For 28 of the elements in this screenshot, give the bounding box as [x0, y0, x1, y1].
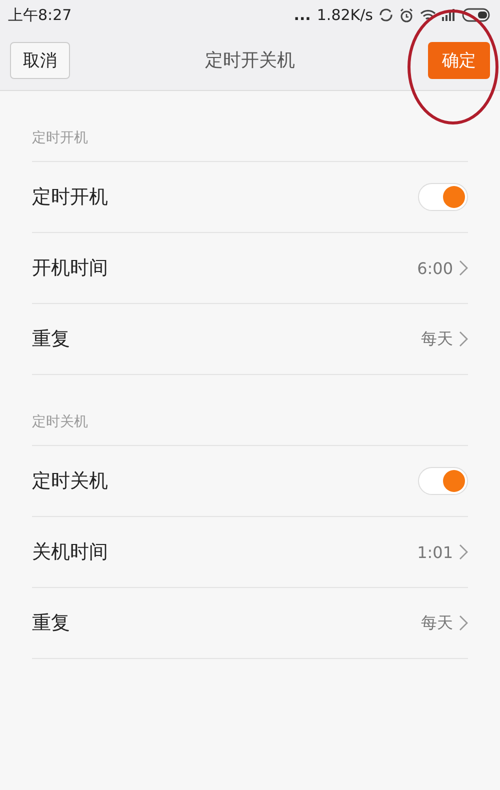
row-label: 开机时间	[32, 256, 109, 281]
sync-icon	[379, 8, 393, 22]
row-value: 1:01	[417, 542, 453, 562]
section-label: 定时关机	[32, 375, 468, 446]
chevron-icon	[459, 615, 468, 631]
row-label: 定时关机	[32, 469, 109, 494]
page-title: 定时开关机	[205, 49, 295, 72]
notification-dots: ...	[294, 6, 311, 24]
row-value: 6:00	[417, 258, 453, 278]
row-value: 每天	[421, 328, 453, 350]
cancel-button[interactable]: 取消	[10, 42, 70, 78]
signal-icon	[442, 9, 456, 21]
status-time: 上午8:27	[8, 6, 72, 24]
chevron-icon	[459, 260, 468, 276]
row-value: 每天	[421, 612, 453, 634]
row-label: 重复	[32, 611, 71, 636]
wifi-icon	[420, 8, 436, 22]
section-label: 定时开机	[32, 91, 468, 162]
alarm-icon	[399, 8, 414, 22]
chevron-icon	[459, 331, 468, 347]
row-label: 重复	[32, 327, 71, 352]
row-label: 关机时间	[32, 540, 109, 565]
network-speed: 1.82K/s	[316, 6, 373, 24]
toggle-switch[interactable]	[418, 183, 468, 211]
toggle-switch[interactable]	[418, 467, 468, 495]
chevron-icon	[459, 544, 468, 560]
battery-icon	[462, 8, 492, 22]
row-label: 定时开机	[32, 185, 109, 210]
